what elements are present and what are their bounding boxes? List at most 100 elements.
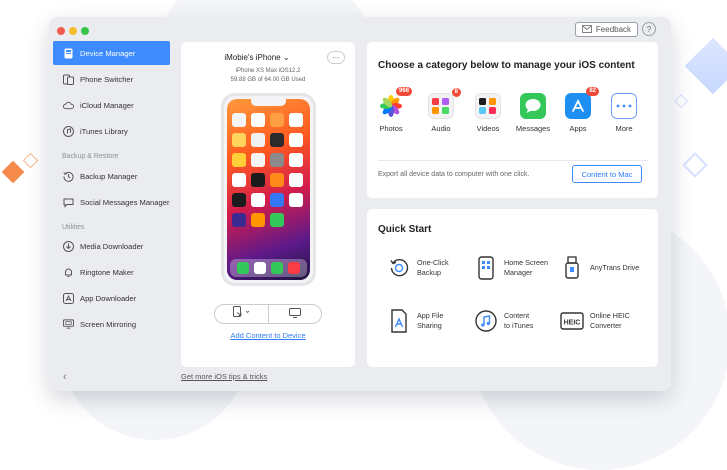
audio-icon: 8 [428,88,461,119]
category-label: Apps [569,124,587,133]
one-click-backup-icon [387,256,411,280]
sidebar-item-social-messages-manager[interactable]: Social Messages Manager [53,190,170,214]
apps-count-badge: 82 [586,87,599,96]
category-panel-title: Choose a category below to manage your i… [378,60,635,71]
quick-start-anytrans-drive[interactable]: AnyTrans Drive [560,253,650,283]
device-more-button[interactable]: ··· [327,51,345,64]
home-app-icon [270,173,284,187]
category-divider [378,160,648,161]
device-action-group [214,304,322,324]
home-app-icon [232,113,246,127]
sidebar-item-device-manager[interactable]: Device Manager [53,41,170,65]
quick-start-content-to-itunes[interactable]: Content to iTunes [474,306,564,336]
sidebar-item-label: Screen Mirroring [80,319,137,329]
home-app-icon [251,213,265,227]
quick-start-label: Content to iTunes [504,311,534,330]
itunes-icon [474,309,498,333]
sidebar-item-screen-mirroring[interactable]: Screen Mirroring [53,312,170,336]
svg-text:HEIC: HEIC [564,320,581,327]
category-messages[interactable]: Messages [515,93,551,133]
bell-icon [63,267,74,278]
device-model: iPhone XS Max iOS12.2 [235,68,301,74]
category-audio[interactable]: 8 Audio [423,88,461,133]
sidebar-item-ringtone-maker[interactable]: Ringtone Maker [53,260,170,284]
home-app-icon [251,173,265,187]
home-app-icon [289,133,303,147]
download-icon [63,240,74,252]
sidebar-item-icloud-manager[interactable]: iCloud Manager [53,93,170,117]
sidebar-item-backup-manager[interactable]: Backup Manager [53,164,170,188]
decor-orange-diamond [1,160,25,184]
home-app-icon [251,153,265,167]
feedback-button[interactable]: Feedback [575,22,638,37]
content-to-mac-button[interactable]: Content to Mac [572,165,642,183]
decor-outline-diamond [682,152,708,178]
screen-mirroring-icon [63,319,74,330]
quick-start-online-heic-converter[interactable]: HEIC Online HEIC Converter [560,306,650,336]
photos-icon: 968 [378,87,412,119]
phone-notch [251,99,286,106]
home-app-icon [289,193,303,207]
export-description: Export all device data to computer with … [378,171,530,178]
device-panel: iMobie's iPhone ⌄ ··· iPhone XS Max iOS1… [181,42,355,367]
help-label: ? [646,24,652,34]
sidebar-item-label: Social Messages Manager [80,197,170,207]
sidebar-item-label: Media Downloader [80,241,144,251]
sidebar-item-media-downloader[interactable]: Media Downloader [53,234,170,258]
phone-screen [227,99,310,280]
category-photos[interactable]: 968 Photos [373,87,412,133]
home-app-icon [232,193,246,207]
device-manager-icon [63,48,74,59]
phone-app-icon [236,262,249,274]
category-videos[interactable]: Videos [470,93,506,133]
sidebar-item-phone-switcher[interactable]: Phone Switcher [53,67,170,91]
more-icon [611,93,637,119]
device-name: iMobie's iPhone [224,53,281,62]
ios-tips-link[interactable]: Get more iOS tips & tricks [181,372,267,381]
sidebar-item-app-downloader[interactable]: App Downloader [53,286,170,310]
safari-app-icon [253,262,266,274]
music-app-icon [288,262,301,274]
decor-outline-diamond [673,93,689,109]
screen-mirror-button[interactable] [269,305,322,323]
sidebar-item-label: Ringtone Maker [80,267,134,277]
home-app-icon [270,193,284,207]
home-app-icon [289,153,303,167]
sidebar-item-itunes-library[interactable]: iTunes Library [53,119,170,143]
device-storage: 59.88 GB of 64.00 GB Used [230,77,306,83]
home-app-icon [270,153,284,167]
audio-count-badge: 8 [451,88,461,97]
quick-start-one-click-backup[interactable]: One-Click Backup [387,253,477,283]
quick-start-app-file-sharing[interactable]: App File Sharing [387,306,477,336]
help-button[interactable]: ? [642,22,656,36]
add-content-to-device-link[interactable]: Add Content to Device [181,331,355,340]
quick-start-label: AnyTrans Drive [590,263,640,272]
videos-icon [475,93,501,119]
category-more[interactable]: More [606,93,642,133]
phone-preview [221,93,316,286]
quick-start-home-screen-manager[interactable]: Home Screen Manager [474,253,564,283]
music-note-icon [63,125,74,137]
home-screen-manager-icon [474,256,498,280]
quick-start-title: Quick Start [378,224,432,235]
decor-blue-diamond [684,37,727,95]
sidebar-item-label: Phone Switcher [80,74,134,84]
device-selector[interactable]: iMobie's iPhone ⌄ [181,53,333,62]
phone-dock [230,259,307,277]
home-screen-app-grid [232,113,303,227]
feedback-label: Feedback [595,25,632,34]
chevron-down-icon: ⌄ [282,53,290,62]
home-app-icon [251,133,265,147]
backup-clock-icon [63,171,74,182]
app-window: Feedback ? Device Manager Phone Switcher… [49,17,671,391]
export-device-icon [232,305,250,323]
app-store-icon [63,292,74,304]
sidebar-section-title: Backup & Restore [62,153,119,160]
chat-bubble-icon [63,197,74,208]
collapse-sidebar-button[interactable]: ‹ [63,371,67,383]
apps-icon: 82 [565,87,599,119]
app-file-sharing-icon [387,309,411,333]
export-to-computer-button[interactable] [215,305,268,323]
sidebar: Device Manager Phone Switcher iCloud Man… [49,17,173,391]
category-apps[interactable]: 82 Apps [560,87,599,133]
